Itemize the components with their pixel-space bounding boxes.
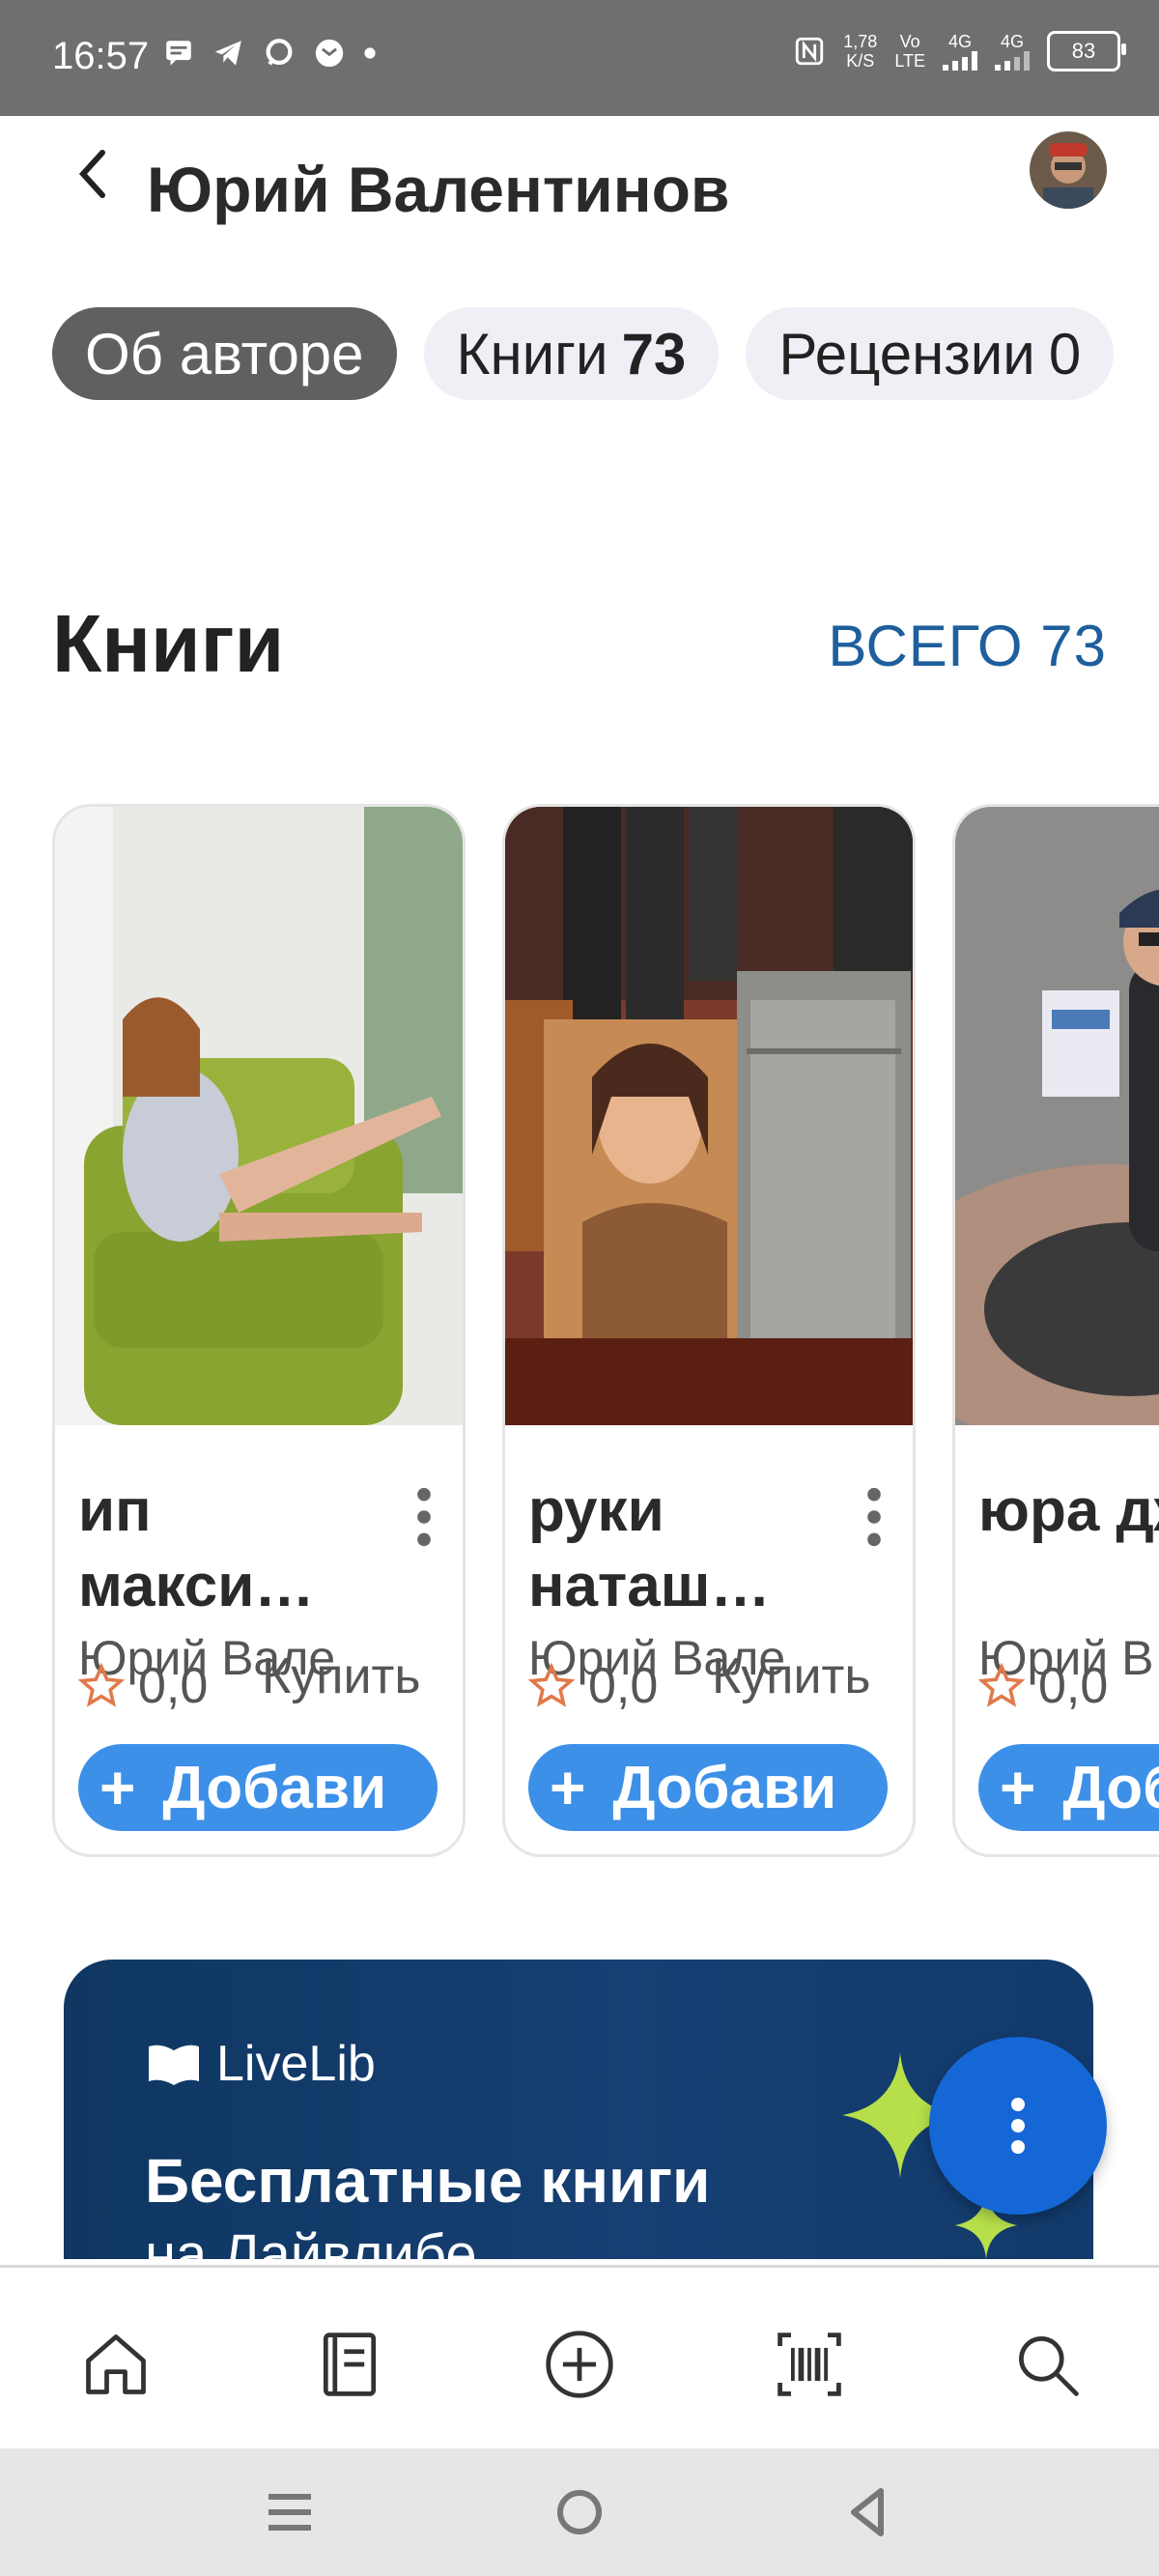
status-bar: 16:57 1,78 K/S Vo LTE 4G 4G 83 xyxy=(0,0,1159,116)
app-header: Юрий Валентинов xyxy=(0,116,1159,251)
battery-indicator: 83 xyxy=(1047,31,1126,72)
add-button-label: Добави xyxy=(612,1754,837,1821)
signal-bars-icon xyxy=(995,51,1030,71)
nfc-icon xyxy=(796,37,824,66)
network-speed-value: 1,78 xyxy=(843,32,878,51)
logo-text: LiveLib xyxy=(216,2036,376,2092)
volte-top: Vo xyxy=(899,32,920,51)
more-vertical-icon xyxy=(1011,2098,1025,2154)
add-book-button[interactable]: + Добави xyxy=(78,1744,438,1831)
add-book-button[interactable]: + Доб xyxy=(978,1744,1159,1831)
more-notifications-icon xyxy=(364,47,376,59)
page-title: Юрий Валентинов xyxy=(147,154,730,225)
plus-icon: + xyxy=(1000,1753,1036,1822)
status-indicators: 1,78 K/S Vo LTE 4G 4G 83 xyxy=(793,31,1126,72)
add-button-label: Добави xyxy=(162,1754,387,1821)
telegram-icon xyxy=(214,41,241,66)
cover-image xyxy=(955,807,1159,1425)
tab-label: Рецензии xyxy=(778,321,1035,386)
book-card[interactable]: юра джан Юрий В 0,0 + Доб xyxy=(952,804,1159,1857)
volte-bottom: LTE xyxy=(894,51,925,71)
signal-bars-icon xyxy=(943,51,977,71)
bottom-navigation xyxy=(0,2265,1159,2451)
star-outline-icon xyxy=(528,1663,575,1707)
back-button[interactable] xyxy=(64,145,122,203)
star-outline-icon xyxy=(78,1663,125,1707)
more-vertical-icon[interactable] xyxy=(855,1483,893,1551)
plus-icon: + xyxy=(550,1753,586,1822)
chevron-left-icon xyxy=(78,150,105,198)
book-rating: 0,0 xyxy=(978,1657,1108,1715)
promo-subtitle: на Лайвлибе xyxy=(145,2223,477,2259)
plus-icon: + xyxy=(99,1753,136,1822)
barcode-scan-icon[interactable] xyxy=(773,2328,846,2401)
buy-link[interactable]: Купить xyxy=(712,1647,870,1705)
user-avatar-image xyxy=(1030,131,1107,209)
tab-reviews[interactable]: Рецензии 0 xyxy=(746,307,1115,400)
add-circle-icon[interactable] xyxy=(543,2328,616,2401)
menu-icon[interactable] xyxy=(261,2483,319,2541)
tab-books[interactable]: Книги 73 xyxy=(423,307,720,400)
book-title[interactable]: юра джан xyxy=(978,1474,1159,1549)
tab-label: Книги xyxy=(456,321,608,386)
volte-indicator: Vo LTE xyxy=(894,32,925,71)
tab-about-author[interactable]: Об авторе xyxy=(52,307,397,400)
book-rating: 0,0 xyxy=(528,1657,658,1715)
tab-count: 73 xyxy=(621,321,687,386)
tab-label: Об авторе xyxy=(85,321,364,386)
notification-icons xyxy=(162,37,377,70)
livelib-logo: LiveLib xyxy=(145,2035,376,2093)
chat-bubble-icon xyxy=(266,39,293,66)
mail-icon xyxy=(315,39,344,68)
status-time: 16:57 xyxy=(52,35,150,77)
see-all-link[interactable]: ВСЕГО 73 xyxy=(828,613,1107,679)
book-cover[interactable] xyxy=(505,807,913,1425)
add-book-button[interactable]: + Добави xyxy=(528,1744,888,1831)
promo-title: Бесплатные книги xyxy=(145,2146,711,2216)
books-carousel[interactable]: ип макси… Юрий Вале 0,0 Купить + Добави xyxy=(52,804,1159,1867)
network-type-2: 4G xyxy=(1000,32,1024,51)
home-circle-icon[interactable] xyxy=(551,2483,608,2541)
cover-image xyxy=(505,807,913,1425)
back-triangle-icon[interactable] xyxy=(838,2483,896,2541)
search-icon[interactable] xyxy=(1010,2328,1084,2401)
book-cover[interactable] xyxy=(55,807,463,1425)
battery-level: 83 xyxy=(1071,39,1096,63)
home-icon[interactable] xyxy=(79,2328,153,2401)
buy-link[interactable]: Купить xyxy=(262,1647,420,1705)
signal-1: 4G xyxy=(943,32,977,71)
signal-2: 4G xyxy=(995,32,1030,71)
book-card[interactable]: руки наташ… Юрий Вале 0,0 Купить + Добав… xyxy=(502,804,916,1857)
message-icon xyxy=(166,41,191,66)
book-icon[interactable] xyxy=(313,2328,386,2401)
more-actions-fab[interactable] xyxy=(929,2037,1107,2215)
book-card[interactable]: ип макси… Юрий Вале 0,0 Купить + Добави xyxy=(52,804,466,1857)
network-speed: 1,78 K/S xyxy=(843,32,877,71)
book-title[interactable]: руки наташ… xyxy=(528,1474,847,1624)
book-rating: 0,0 xyxy=(78,1657,208,1715)
network-speed-unit: K/S xyxy=(846,51,875,71)
profile-tabs: Об авторе Книги 73 Рецензии 0 xyxy=(52,307,1115,400)
rating-value: 0,0 xyxy=(588,1658,659,1714)
avatar[interactable] xyxy=(1030,131,1107,209)
book-logo-icon xyxy=(149,2045,199,2085)
cover-image xyxy=(55,807,463,1425)
section-title: Книги xyxy=(52,598,285,689)
more-vertical-icon[interactable] xyxy=(405,1483,443,1551)
system-navigation-bar xyxy=(0,2448,1159,2576)
add-button-label: Доб xyxy=(1062,1754,1159,1821)
book-cover[interactable] xyxy=(955,807,1159,1425)
star-outline-icon xyxy=(978,1663,1025,1707)
rating-value: 0,0 xyxy=(138,1658,209,1714)
book-title[interactable]: ип макси… xyxy=(78,1474,397,1624)
network-type-1: 4G xyxy=(947,32,972,51)
tab-count: 0 xyxy=(1048,321,1082,386)
rating-value: 0,0 xyxy=(1038,1658,1109,1714)
